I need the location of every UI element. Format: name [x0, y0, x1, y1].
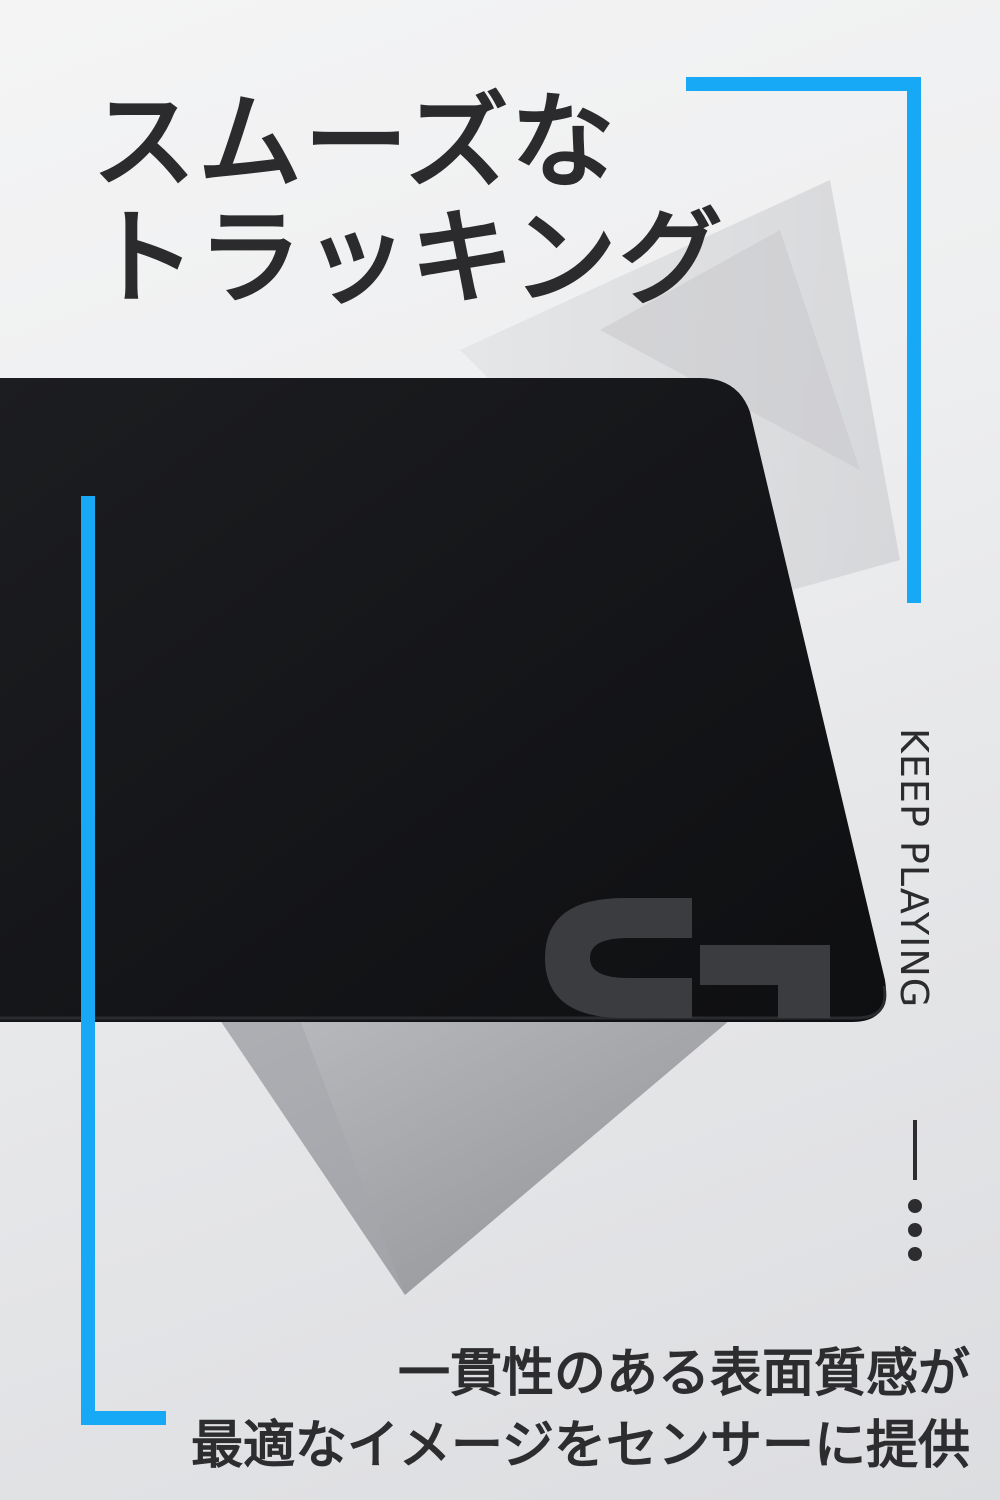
- caption-line-1: 一貫性のある表面質感が: [397, 1344, 970, 1404]
- headline-line-2: トラッキング: [92, 197, 725, 319]
- headline: スムーズな トラッキング: [92, 84, 725, 316]
- decorative-dash-and-dots: [908, 1120, 922, 1261]
- product-banner: スムーズな トラッキング KEEP PLAYING 一貫性のある表面質感が 最適…: [0, 0, 1000, 1500]
- headline-line-1: スムーズな: [92, 81, 617, 203]
- mouse-pad: [0, 378, 887, 1022]
- caption-line-2: 最適なイメージをセンサーに提供: [191, 1416, 970, 1476]
- vertical-tagline: KEEP PLAYING: [892, 728, 936, 1009]
- caption: 一貫性のある表面質感が 最適なイメージをセンサーに提供: [191, 1338, 970, 1482]
